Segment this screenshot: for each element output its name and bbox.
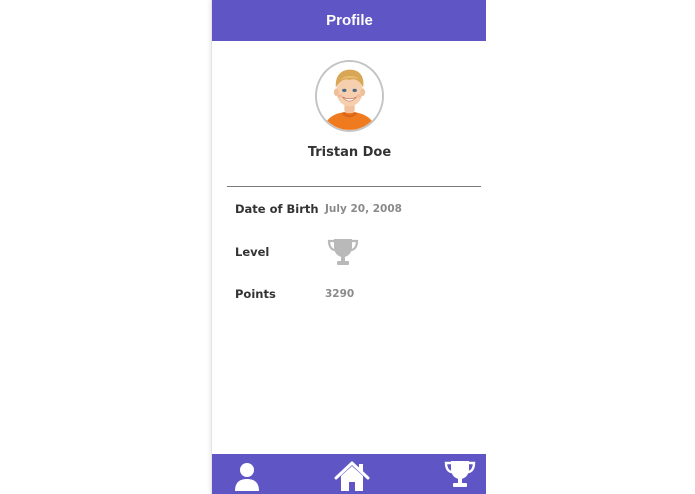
points-label: Points [235,287,276,301]
date-of-birth-label: Date of Birth [235,202,319,216]
page-title: Profile [326,12,373,29]
profile-name: Tristan Doe [307,145,392,160]
divider [227,186,481,187]
level-label: Level [235,245,270,259]
child-portrait-photo [317,62,382,130]
nav-home-button[interactable] [334,454,370,494]
user-icon [235,463,259,491]
bottom-navigation [212,454,486,494]
date-of-birth-value: July 20, 2008 [325,203,402,215]
header-bar: Profile [212,0,486,41]
trophy-icon [444,461,476,487]
trophy-icon [327,237,359,267]
profile-screen: Profile Tristan Doe Date of Birth July 2… [211,0,486,494]
nav-achievements-button[interactable] [442,454,478,494]
home-icon [334,461,370,491]
avatar [315,60,384,132]
points-value: 3290 [325,288,355,300]
nav-profile-button[interactable] [232,454,262,494]
